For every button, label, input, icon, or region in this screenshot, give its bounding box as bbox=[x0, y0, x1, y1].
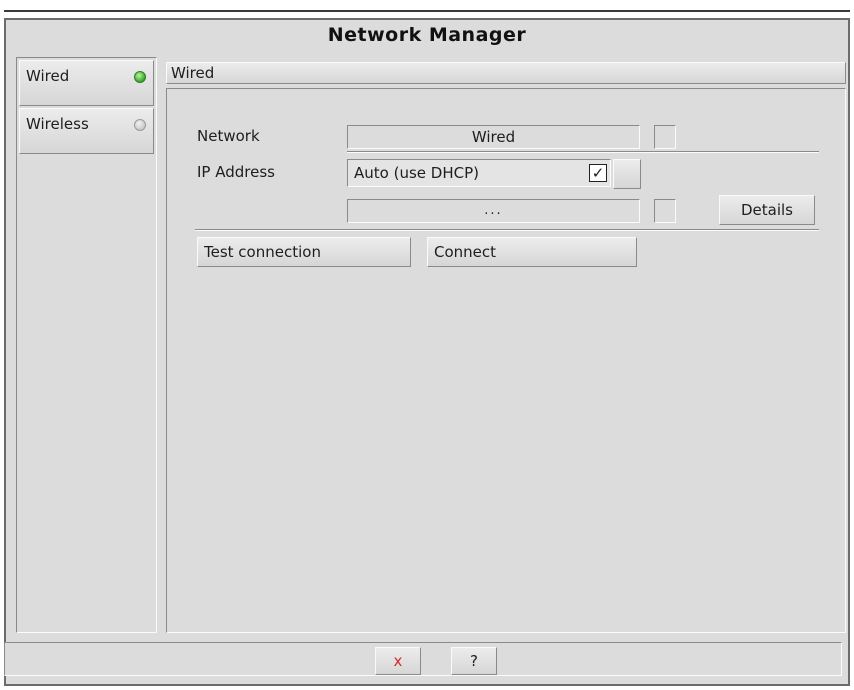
ip-mode-label: Auto (use DHCP) bbox=[354, 164, 479, 182]
window-title: Network Manager bbox=[327, 24, 527, 46]
network-label: Network bbox=[197, 127, 260, 145]
panel-title-bar: Wired bbox=[166, 62, 846, 84]
status-bar: x ? bbox=[4, 642, 842, 676]
sidebar: Wired Wireless bbox=[16, 57, 157, 633]
sidebar-item-wired[interactable]: Wired bbox=[19, 60, 154, 106]
test-connection-button[interactable]: Test connection bbox=[197, 237, 411, 267]
network-value: Wired bbox=[471, 128, 516, 146]
network-field[interactable]: Wired bbox=[347, 125, 640, 149]
separator bbox=[195, 229, 819, 231]
test-connection-label: Test connection bbox=[204, 243, 321, 261]
close-button[interactable]: x bbox=[375, 647, 421, 675]
close-icon: x bbox=[393, 652, 403, 670]
separator bbox=[347, 151, 819, 153]
ip-address-field[interactable]: ... bbox=[347, 199, 640, 223]
ip-mode-field[interactable]: Auto (use DHCP) ✓ bbox=[347, 159, 611, 187]
ip-address-value: ... bbox=[484, 203, 503, 218]
details-button[interactable]: Details bbox=[719, 195, 815, 225]
status-led-icon bbox=[134, 71, 146, 83]
status-led-icon bbox=[134, 119, 146, 131]
help-button[interactable]: ? bbox=[451, 647, 497, 675]
ip-extra-box[interactable] bbox=[654, 199, 676, 223]
sidebar-item-label: Wired bbox=[26, 67, 70, 85]
panel-title: Wired bbox=[171, 64, 215, 82]
connect-button[interactable]: Connect bbox=[427, 237, 637, 267]
network-extra-box[interactable] bbox=[654, 125, 676, 149]
top-divider bbox=[4, 10, 850, 12]
sidebar-item-wireless[interactable]: Wireless bbox=[19, 108, 154, 154]
auto-dhcp-checkbox[interactable]: ✓ bbox=[589, 164, 607, 182]
ip-mode-button[interactable] bbox=[613, 159, 641, 189]
help-icon: ? bbox=[470, 652, 478, 670]
details-label: Details bbox=[740, 201, 793, 219]
ip-address-label: IP Address bbox=[197, 163, 275, 181]
connect-label: Connect bbox=[434, 243, 497, 261]
wired-panel: Network Wired IP Address Auto (use DHCP)… bbox=[166, 88, 846, 633]
sidebar-item-label: Wireless bbox=[26, 115, 89, 133]
